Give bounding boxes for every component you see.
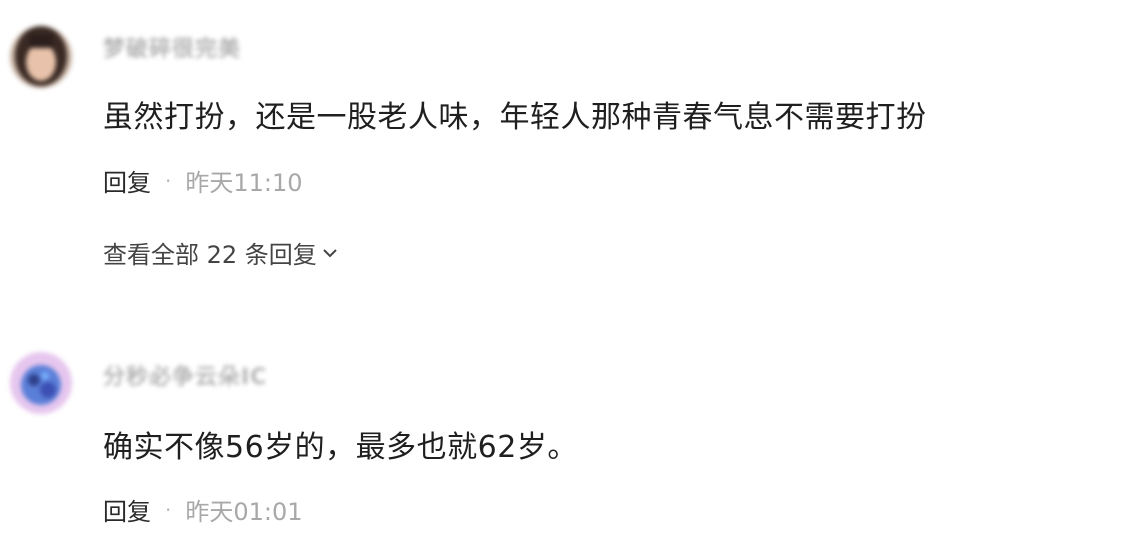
timestamp: 昨天01:01 (185, 498, 303, 526)
comment-text: 虽然打扮，还是一股老人味，年轻人那种青春气息不需要打扮 (103, 100, 927, 135)
comment-item: 分秒必争云朵IC 确实不像56岁的，最多也就62岁。 回复 · 昨天01:01 (0, 320, 1125, 545)
comment-text: 确实不像56岁的，最多也就62岁。 (103, 430, 578, 465)
reply-button[interactable]: 回复 (103, 163, 151, 198)
timestamp: 昨天11:10 (185, 169, 303, 197)
username[interactable]: 梦破碎很完美 (103, 32, 241, 62)
avatar[interactable] (10, 26, 72, 88)
chevron-down-icon (323, 248, 337, 257)
comment-meta: 回复 · 昨天01:01 (103, 492, 303, 527)
comment-item: 梦破碎很完美 虽然打扮，还是一股老人味，年轻人那种青春气息不需要打扮 回复 · … (0, 0, 1125, 290)
separator-dot: · (165, 497, 172, 522)
reply-button[interactable]: 回复 (103, 492, 151, 527)
avatar[interactable] (10, 352, 72, 414)
view-all-replies-label: 查看全部 22 条回复 (103, 241, 317, 269)
username[interactable]: 分秒必争云朵IC (103, 360, 267, 390)
separator-dot: · (165, 168, 172, 193)
view-all-replies-button[interactable]: 查看全部 22 条回复 (103, 235, 339, 270)
comment-meta: 回复 · 昨天11:10 (103, 163, 303, 198)
